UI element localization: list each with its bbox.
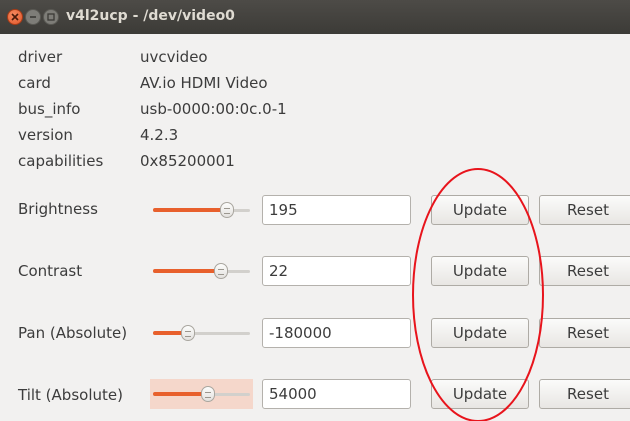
contrast-reset-button[interactable]: Reset bbox=[539, 256, 630, 286]
tilt-absolute-value-input[interactable] bbox=[262, 379, 411, 409]
brightness-reset-button[interactable]: Reset bbox=[539, 195, 630, 225]
tilt-absolute-reset-button[interactable]: Reset bbox=[539, 379, 630, 409]
pan-absolute-slider[interactable] bbox=[150, 318, 253, 348]
pan-absolute-label: Pan (Absolute) bbox=[18, 324, 128, 342]
minimize-icon bbox=[30, 16, 36, 18]
tilt-absolute-update-button[interactable]: Update bbox=[431, 379, 529, 409]
info-value-bus-info: usb-0000:00:0c.0-1 bbox=[140, 100, 287, 118]
info-value-driver: uvcvideo bbox=[140, 48, 208, 66]
info-value-card: AV.io HDMI Video bbox=[140, 74, 268, 92]
slider-knob-icon[interactable] bbox=[201, 386, 216, 402]
minimize-button[interactable] bbox=[25, 9, 41, 25]
contrast-update-button[interactable]: Update bbox=[431, 256, 529, 286]
pan-absolute-reset-button[interactable]: Reset bbox=[539, 318, 630, 348]
contrast-value-input[interactable] bbox=[262, 256, 411, 286]
info-label-card: card bbox=[18, 74, 51, 92]
brightness-update-button[interactable]: Update bbox=[431, 195, 529, 225]
contrast-slider[interactable] bbox=[150, 256, 253, 286]
info-value-capabilities: 0x85200001 bbox=[140, 152, 235, 170]
title-bar: v4l2ucp - /dev/video0 bbox=[0, 0, 630, 34]
tilt-absolute-label: Tilt (Absolute) bbox=[18, 386, 123, 404]
info-label-capabilities: capabilities bbox=[18, 152, 104, 170]
pan-absolute-value-input[interactable] bbox=[262, 318, 411, 348]
maximize-icon bbox=[47, 13, 55, 21]
tilt-absolute-slider[interactable] bbox=[150, 379, 253, 409]
maximize-button[interactable] bbox=[43, 9, 59, 25]
brightness-label: Brightness bbox=[18, 200, 98, 218]
brightness-value-input[interactable] bbox=[262, 195, 411, 225]
info-value-version: 4.2.3 bbox=[140, 126, 179, 144]
slider-knob-icon[interactable] bbox=[180, 325, 195, 341]
pan-absolute-update-button[interactable]: Update bbox=[431, 318, 529, 348]
window-title: v4l2ucp - /dev/video0 bbox=[66, 8, 235, 24]
info-label-bus-info: bus_info bbox=[18, 100, 81, 118]
close-icon bbox=[11, 13, 19, 21]
info-label-driver: driver bbox=[18, 48, 63, 66]
brightness-slider[interactable] bbox=[150, 195, 253, 225]
main-window: driver uvcvideo card AV.io HDMI Video bu… bbox=[0, 34, 630, 421]
contrast-label: Contrast bbox=[18, 262, 83, 280]
slider-fill bbox=[153, 392, 209, 396]
slider-knob-icon[interactable] bbox=[213, 263, 228, 279]
slider-knob-icon[interactable] bbox=[219, 202, 234, 218]
slider-fill bbox=[153, 269, 221, 273]
info-label-version: version bbox=[18, 126, 73, 144]
slider-fill bbox=[153, 208, 227, 212]
close-button[interactable] bbox=[7, 9, 23, 25]
